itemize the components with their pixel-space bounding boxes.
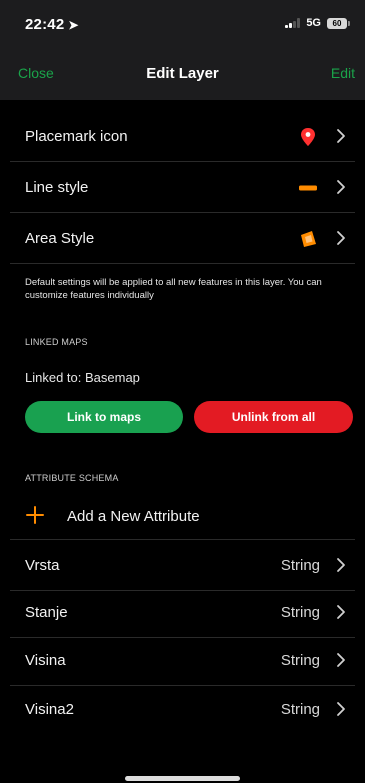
battery-icon: 60 xyxy=(327,17,350,29)
chevron-right-icon xyxy=(337,653,345,667)
plus-icon xyxy=(26,506,44,524)
attribute-row[interactable]: Visina2 String xyxy=(10,685,355,735)
area-swatch-icon xyxy=(301,231,316,247)
attribute-name: Vrsta xyxy=(25,557,60,574)
link-to-maps-button[interactable]: Link to maps xyxy=(25,401,183,433)
placemark-icon-row[interactable]: Placemark icon xyxy=(10,112,355,162)
linked-to-text: Linked to: Basemap xyxy=(25,370,140,385)
row-label: Placemark icon xyxy=(25,128,128,145)
signal-icon xyxy=(285,18,301,28)
navigation-bar: Close Edit Layer Edit xyxy=(0,40,365,100)
unlink-from-all-button[interactable]: Unlink from all xyxy=(194,401,353,433)
add-attribute-label: Add a New Attribute xyxy=(67,508,200,525)
row-label: Area Style xyxy=(25,230,95,247)
line-style-row[interactable]: Line style xyxy=(10,163,355,213)
chevron-right-icon xyxy=(337,558,345,572)
chevron-right-icon xyxy=(337,231,345,245)
attribute-schema-header: ATTRIBUTE SCHEMA xyxy=(25,473,119,483)
area-style-row[interactable]: Area Style xyxy=(10,214,355,264)
attribute-name: Visina xyxy=(25,652,66,669)
add-attribute-button[interactable]: Add a New Attribute xyxy=(10,498,355,540)
row-label: Line style xyxy=(25,179,89,196)
attribute-row[interactable]: Stanje String xyxy=(10,588,355,638)
map-pin-icon xyxy=(301,128,315,146)
status-time-text: 22:42 xyxy=(25,16,65,33)
attribute-name: Visina2 xyxy=(25,701,74,718)
chevron-right-icon xyxy=(337,129,345,143)
default-settings-note: Default settings will be applied to all … xyxy=(25,277,322,301)
page-title: Edit Layer xyxy=(146,65,219,82)
attribute-type: String xyxy=(280,701,320,718)
attribute-name: Stanje xyxy=(25,604,68,621)
attribute-row[interactable]: Visina String xyxy=(10,636,355,686)
attribute-type: String xyxy=(280,604,320,621)
attribute-type: String xyxy=(280,557,320,574)
chevron-right-icon xyxy=(337,702,345,716)
location-arrow-icon: ➤ xyxy=(68,18,79,32)
edit-button[interactable]: Edit xyxy=(331,65,355,81)
line-swatch-icon xyxy=(299,185,317,191)
attribute-row[interactable]: Vrsta String xyxy=(10,541,355,591)
attribute-type: String xyxy=(280,652,320,669)
linked-maps-header: LINKED MAPS xyxy=(25,337,88,347)
battery-level: 60 xyxy=(332,18,342,28)
status-time: 22:42 ➤ xyxy=(25,16,79,33)
chevron-right-icon xyxy=(337,180,345,194)
status-indicators: 5G 60 xyxy=(285,17,350,29)
chevron-right-icon xyxy=(337,605,345,619)
status-bar: 22:42 ➤ 5G 60 xyxy=(0,0,365,40)
network-type: 5G xyxy=(306,17,321,29)
home-indicator[interactable] xyxy=(125,776,240,781)
